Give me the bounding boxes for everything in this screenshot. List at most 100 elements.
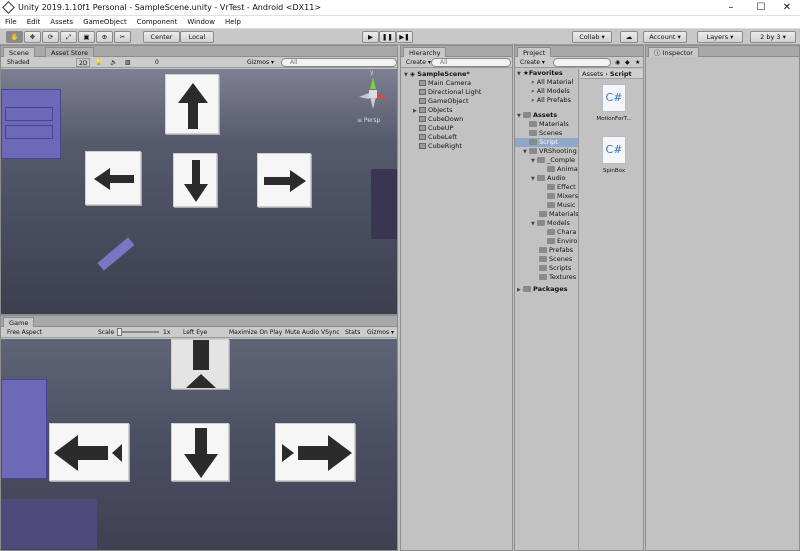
tab-inspector[interactable]: ⓘ Inspector <box>648 47 699 57</box>
folder-item[interactable]: ▼ Audio <box>531 174 565 183</box>
layers-dropdown[interactable]: Layers ▾ <box>697 31 743 43</box>
favorite-item[interactable]: ⌕ All Models <box>531 87 570 96</box>
pivot-center-button[interactable]: Center <box>143 31 180 43</box>
folder-item-selected[interactable]: Script <box>515 138 578 147</box>
scale-slider[interactable] <box>117 331 159 333</box>
breadcrumb-leaf[interactable]: Script <box>610 70 632 78</box>
folder-item[interactable]: Chara <box>547 228 576 237</box>
project-search-input[interactable] <box>553 58 611 67</box>
packages-root[interactable]: ▶ Packages <box>517 285 567 294</box>
eye-dropdown[interactable]: Left Eye <box>181 328 225 337</box>
filter-type-icon[interactable]: ◉ <box>613 58 622 67</box>
transform-tool-icon[interactable]: ⊕ <box>96 31 113 43</box>
menu-gameobject[interactable]: GameObject <box>78 16 132 26</box>
asset-file[interactable]: C# SpinBox <box>593 136 635 180</box>
hierarchy-item[interactable]: GameObject <box>419 97 469 106</box>
custom-tool-icon[interactable]: ✂ <box>114 31 131 43</box>
hierarchy-item[interactable]: CubeUP <box>419 124 453 133</box>
favorites-header[interactable]: ▼ ★Favorites <box>517 69 563 78</box>
scale-tool-icon[interactable]: ⤢ <box>60 31 77 43</box>
layout-dropdown[interactable]: 2 by 3 ▾ <box>750 31 796 43</box>
collab-button[interactable]: Collab ▾ <box>572 31 612 43</box>
breadcrumb-root[interactable]: Assets <box>582 70 603 78</box>
tab-game[interactable]: Game <box>3 317 35 327</box>
cube-up[interactable] <box>165 74 219 134</box>
menu-file[interactable]: File <box>0 16 22 26</box>
tab-scene[interactable]: Scene <box>3 47 35 57</box>
filter-label-icon[interactable]: ◆ <box>623 58 632 67</box>
folder-item[interactable]: Mixers <box>547 192 578 201</box>
folder-item[interactable]: Enviro <box>547 237 577 246</box>
minimize-button[interactable]: – <box>716 1 746 15</box>
pause-button[interactable]: ❚❚ <box>379 31 396 43</box>
folder-item[interactable]: Music <box>547 201 576 210</box>
rotate-tool-icon[interactable]: ⟳ <box>42 31 59 43</box>
lighting-icon[interactable]: 💡 <box>93 58 104 67</box>
hand-tool-icon[interactable]: ✋ <box>6 31 23 43</box>
account-dropdown[interactable]: Account ▾ <box>643 31 687 43</box>
hierarchy-create-dropdown[interactable]: Create ▾ <box>404 58 433 67</box>
cube-left[interactable] <box>85 151 141 205</box>
folder-item[interactable]: Scripts <box>539 264 571 273</box>
hierarchy-item[interactable]: CubeRight <box>419 142 462 151</box>
folder-item[interactable]: Anima <box>547 165 578 174</box>
scene-orientation-gizmo[interactable]: y <box>355 69 391 111</box>
folder-item[interactable]: ▼ Models <box>531 219 570 228</box>
persp-label[interactable]: ≡ Persp <box>357 117 380 124</box>
asset-file[interactable]: C# MotionForT... <box>593 84 635 128</box>
rect-tool-icon[interactable]: ▣ <box>78 31 95 43</box>
stats-toggle[interactable]: Stats <box>343 328 362 337</box>
favorite-item[interactable]: ⌕ All Prefabs <box>531 96 571 105</box>
audio-icon[interactable]: 🔈 <box>108 58 119 67</box>
cube-down[interactable] <box>173 153 217 207</box>
folder-item[interactable]: Scenes <box>539 255 572 264</box>
game-viewport[interactable] <box>1 339 397 550</box>
tab-hierarchy[interactable]: Hierarchy <box>403 47 447 57</box>
menu-window[interactable]: Window <box>182 16 220 26</box>
folder-item[interactable]: ▼ VRShooting <box>523 147 577 156</box>
tab-project[interactable]: Project <box>517 47 552 57</box>
hierarchy-item[interactable]: Main Camera <box>419 79 471 88</box>
shading-mode-dropdown[interactable]: Shaded <box>5 58 71 67</box>
folder-item[interactable]: Scenes <box>529 129 562 138</box>
scale-slider-thumb[interactable] <box>117 328 122 336</box>
hierarchy-search-input[interactable]: All <box>431 58 511 67</box>
folder-item[interactable]: Materials <box>529 120 569 129</box>
mute-audio-toggle[interactable]: Mute Audio <box>283 328 321 337</box>
cube-right[interactable] <box>257 153 311 207</box>
close-button[interactable]: ✕ <box>772 1 800 15</box>
vsync-toggle[interactable]: VSync <box>319 328 342 337</box>
cloud-icon[interactable]: ☁ <box>620 31 638 43</box>
tab-asset-store[interactable]: Asset Store <box>45 47 95 57</box>
play-button[interactable]: ▶ <box>362 31 379 43</box>
hierarchy-item[interactable]: ▶ Objects <box>413 106 453 115</box>
star-icon[interactable]: ★ <box>633 58 642 67</box>
folder-item[interactable]: Textures <box>539 273 576 282</box>
game-cube-down[interactable] <box>171 423 229 481</box>
game-cube-left[interactable] <box>49 423 129 481</box>
move-tool-icon[interactable]: ✥ <box>24 31 41 43</box>
aspect-dropdown[interactable]: Free Aspect <box>5 328 93 337</box>
mode-2d-button[interactable]: 2D <box>76 58 91 67</box>
hierarchy-item[interactable]: CubeLeft <box>419 133 457 142</box>
folder-item[interactable]: Materials <box>539 210 578 219</box>
hierarchy-item[interactable]: Directional Light <box>419 88 481 97</box>
step-button[interactable]: ▶❚ <box>396 31 413 43</box>
scene-search-input[interactable]: All <box>281 58 397 67</box>
effects-icon[interactable]: ▧ <box>123 58 133 67</box>
menu-component[interactable]: Component <box>132 16 183 26</box>
folder-item[interactable]: Effect <box>547 183 576 192</box>
scene-root-item[interactable]: ▼ ◈ SampleScene* <box>404 70 470 79</box>
folder-item[interactable]: Prefabs <box>539 246 573 255</box>
assets-root[interactable]: ▼ Assets <box>517 111 557 120</box>
game-cube-up[interactable] <box>171 339 229 389</box>
game-cube-right[interactable] <box>275 423 355 481</box>
hierarchy-item[interactable]: CubeDown <box>419 115 463 124</box>
folder-item[interactable]: ▼ _Comple <box>531 156 575 165</box>
project-create-dropdown[interactable]: Create ▾ <box>518 58 547 67</box>
menu-edit[interactable]: Edit <box>22 16 46 26</box>
game-gizmos-dropdown[interactable]: Gizmos ▾ <box>365 328 396 337</box>
scene-viewport[interactable]: y ≡ Persp <box>1 69 397 314</box>
pivot-local-button[interactable]: Local <box>180 31 214 43</box>
maximize-on-play-toggle[interactable]: Maximize On Play <box>227 328 284 337</box>
